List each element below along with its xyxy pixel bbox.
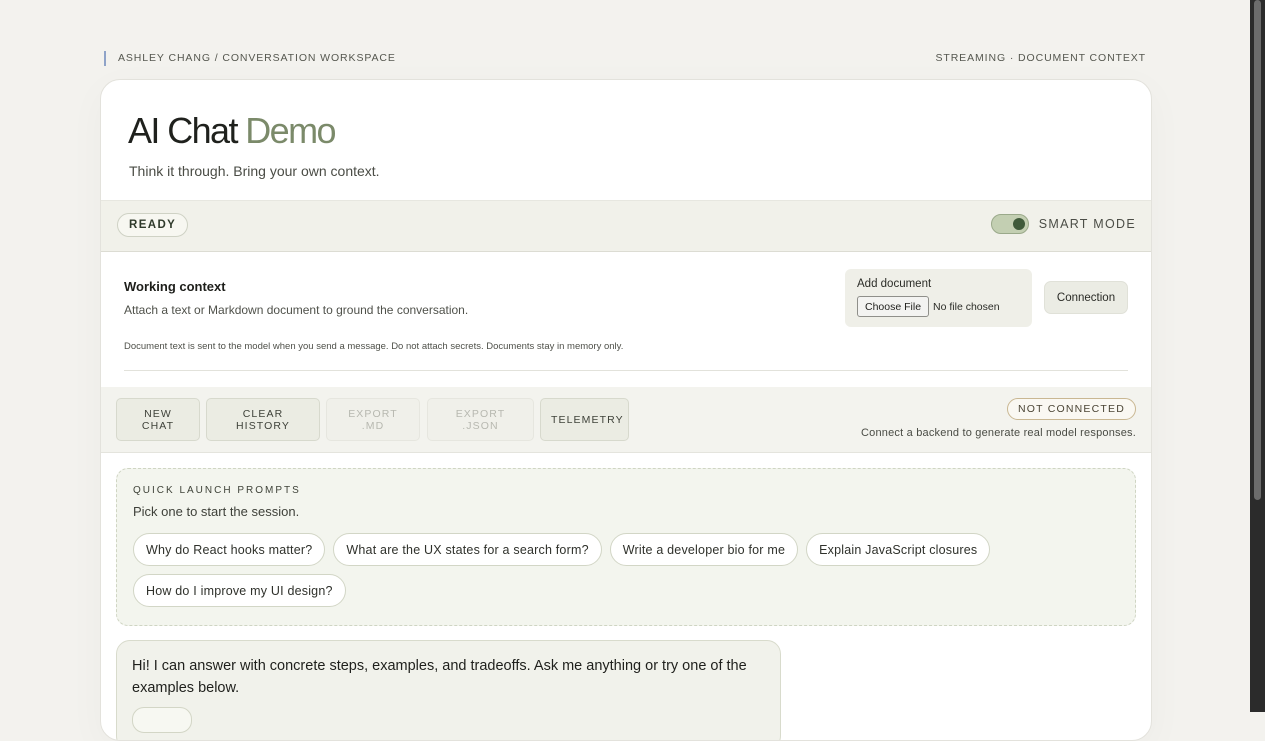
connection-message: Connect a backend to generate real model… (861, 427, 1136, 439)
ready-status-badge: READY (117, 213, 189, 237)
smart-mode-toggle[interactable] (990, 214, 1029, 234)
chat-card: AI Chat Demo Think it through. Bring you… (100, 79, 1152, 741)
quick-launch-panel: QUICK LAUNCH PROMPTS Pick one to start t… (116, 468, 1136, 626)
prompt-chip[interactable]: What are the UX states for a search form… (333, 533, 602, 566)
page-scrollbar[interactable] (1250, 0, 1265, 712)
assistant-message: Hi! I can answer with concrete steps, ex… (116, 640, 781, 740)
title-accent: Demo (245, 110, 336, 151)
quick-launch-subtitle: Pick one to start the session. (133, 504, 300, 519)
assistant-message-text: Hi! I can answer with concrete steps, ex… (132, 658, 747, 696)
context-privacy-note: Document text is sent to the model when … (124, 341, 624, 352)
export-json-button[interactable]: EXPORT .JSON (427, 398, 534, 441)
telemetry-button[interactable]: TELEMETRY (540, 398, 629, 441)
hero-header: AI Chat Demo Think it through. Bring you… (101, 80, 1151, 201)
topbar-meta: STREAMING · DOCUMENT CONTEXT (935, 52, 1146, 64)
context-divider (124, 370, 1128, 371)
breadcrumb-text: ASHLEY CHANG / CONVERSATION WORKSPACE (118, 52, 396, 64)
file-status-text: No file chosen (933, 300, 1000, 313)
not-connected-badge: NOT CONNECTED (1007, 398, 1136, 420)
message-meta-pill (132, 707, 192, 733)
export-md-button[interactable]: EXPORT .MD (326, 398, 420, 441)
top-bar: ASHLEY CHANG / CONVERSATION WORKSPACE ST… (104, 50, 1146, 66)
add-document-box: Add document Choose File No file chosen (845, 269, 1032, 327)
context-title: Working context (124, 279, 226, 294)
smart-mode-control[interactable]: SMART MODE (990, 214, 1136, 234)
file-input[interactable]: Choose File No file chosen (857, 296, 1020, 317)
status-bar: READY SMART MODE (101, 201, 1151, 252)
prompt-chip-list: Why do React hooks matter? What are the … (133, 533, 1043, 615)
working-context-panel: Working context Attach a text or Markdow… (101, 252, 1151, 387)
add-document-label: Add document (857, 278, 932, 290)
page-title: AI Chat Demo (128, 110, 336, 152)
prompt-chip[interactable]: Why do React hooks matter? (133, 533, 326, 566)
breadcrumb-accent-bar (104, 50, 106, 66)
prompt-chip[interactable]: Write a developer bio for me (609, 533, 799, 566)
page-subtitle: Think it through. Bring your own context… (129, 163, 380, 179)
action-toolbar: NEW CHAT CLEAR HISTORY EXPORT .MD EXPORT… (101, 387, 1151, 453)
connection-status: NOT CONNECTED Connect a backend to gener… (861, 398, 1136, 439)
breadcrumb: ASHLEY CHANG / CONVERSATION WORKSPACE (104, 50, 396, 66)
title-main: AI Chat (128, 110, 238, 151)
smart-mode-label: SMART MODE (1038, 217, 1136, 231)
prompt-chip[interactable]: Explain JavaScript closures (806, 533, 991, 566)
quick-launch-label: QUICK LAUNCH PROMPTS (133, 485, 301, 496)
prompt-chip[interactable]: How do I improve my UI design? (133, 574, 346, 607)
connection-button[interactable]: Connection (1044, 281, 1128, 314)
new-chat-button[interactable]: NEW CHAT (116, 398, 200, 441)
context-description: Attach a text or Markdown document to gr… (124, 303, 469, 317)
toggle-knob (1012, 218, 1025, 230)
clear-history-button[interactable]: CLEAR HISTORY (206, 398, 320, 441)
scrollbar-thumb[interactable] (1254, 0, 1261, 500)
choose-file-button[interactable]: Choose File (857, 296, 930, 317)
